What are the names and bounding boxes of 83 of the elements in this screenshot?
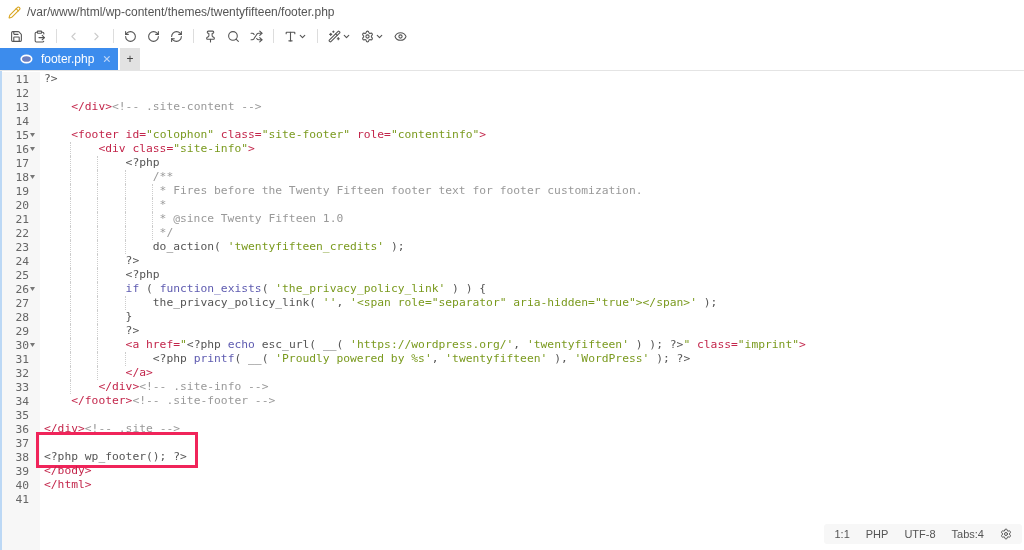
code-line: <div class="site-info"> <box>44 142 1024 156</box>
code-line: } <box>44 310 1024 324</box>
line-number: 13 <box>15 100 29 114</box>
line-number: 23 <box>15 240 29 254</box>
status-item: PHP <box>865 528 889 540</box>
status-item: Tabs:4 <box>951 528 984 540</box>
line-number: 25 <box>15 268 29 282</box>
code-line: <a href="<?php echo esc_url( __( 'https://wordpress.org/', 'twentyfifteen' ) ); ?>" class="imprint"> <box>44 338 1024 352</box>
code-line: <?php wp_footer(); ?> <box>44 450 188 464</box>
code-line: <footer id="colophon" class="site-footer" role="contentinfo"> <box>70 128 488 142</box>
file-path: /var/www/html/wp-content/themes/twentyfifteen/footer.php <box>27 5 335 19</box>
code-line: * Fires before the Twenty Fifteen footer text for footer customization. <box>44 184 1024 198</box>
line-number: 37 <box>15 436 29 450</box>
pin-icon <box>204 29 217 43</box>
code-line: if ( function_exists( 'the_privacy_policy_link' ) ) { <box>44 282 1024 296</box>
line-number: 32 <box>15 366 29 380</box>
paste-icon <box>33 29 46 43</box>
line-number: 33 <box>15 380 29 394</box>
pencil-icon <box>8 5 21 19</box>
code-line: <?php printf( __( 'Proudly powered by %s', 'twentyfifteen' ), 'WordPress' ); ?> <box>44 352 1024 366</box>
line-number: 24 <box>15 254 29 268</box>
eye-icon <box>394 29 407 43</box>
fold-icon[interactable] <box>30 287 35 291</box>
line-number: 27 <box>15 296 29 310</box>
line-number: 26 <box>15 282 29 296</box>
line-number: 30 <box>15 338 29 352</box>
line-number: 39 <box>15 464 29 478</box>
fold-icon[interactable] <box>30 133 35 137</box>
redo-icon <box>147 29 160 43</box>
line-number: 12 <box>15 86 29 100</box>
line-number: 19 <box>15 184 29 198</box>
save-icon <box>10 29 23 43</box>
fold-icon[interactable] <box>30 175 35 179</box>
code-line: <?php <box>44 268 1024 282</box>
code-line: ?> <box>44 324 1024 338</box>
line-number: 29 <box>15 324 29 338</box>
code-line: </body> <box>44 464 93 478</box>
settings-icon[interactable] <box>1000 528 1012 540</box>
search-icon <box>227 29 240 43</box>
code-line: the_privacy_policy_link( '', '<span role="separator" aria-hidden="true"></span>' ); <box>44 296 1024 310</box>
line-number: 40 <box>15 478 29 492</box>
new-tab-button[interactable]: + <box>120 48 140 70</box>
code-line: </div><!-- .site-content --> <box>70 100 263 114</box>
code-line: * <box>44 198 1024 212</box>
status-item: UTF-8 <box>904 528 936 540</box>
code-line: </div><!-- .site --> <box>44 422 182 436</box>
code-line: do_action( 'twentyfifteen_credits' ); <box>44 240 1024 254</box>
php-file-icon <box>20 53 33 65</box>
fold-icon[interactable] <box>30 147 35 151</box>
line-number: 14 <box>15 114 29 128</box>
code-line: * @since Twenty Fifteen 1.0 <box>44 212 1024 226</box>
line-number: 11 <box>15 72 29 86</box>
code-line: /** <box>44 170 1024 184</box>
line-number: 18 <box>15 170 29 184</box>
line-number: 31 <box>15 352 29 366</box>
line-number: 35 <box>15 408 29 422</box>
refresh-icon <box>170 29 183 43</box>
code-line: </div><!-- .site-info --> <box>44 380 1024 394</box>
fold-icon[interactable] <box>30 343 35 347</box>
code-line: <?php <box>44 156 1024 170</box>
line-number: 28 <box>15 310 29 324</box>
code-line: </footer><!-- .site-footer --> <box>70 394 277 408</box>
code-line: ?> <box>44 254 1024 268</box>
line-number: 16 <box>15 142 29 156</box>
line-number: 22 <box>15 226 29 240</box>
undo-icon <box>124 29 137 43</box>
line-number: 15 <box>15 128 29 142</box>
line-number: 21 <box>15 212 29 226</box>
status-item: 1:1 <box>834 528 850 540</box>
wand-icon <box>328 29 341 43</box>
line-number: 38 <box>15 450 29 464</box>
line-number: 41 <box>15 492 29 506</box>
code-line: ?> <box>44 72 59 86</box>
code-line: </a> <box>44 366 1024 380</box>
settings-icon <box>361 29 374 43</box>
font-icon <box>284 29 297 43</box>
line-number: 17 <box>15 156 29 170</box>
line-number: 36 <box>15 422 29 436</box>
line-number: 34 <box>15 394 29 408</box>
line-number: 20 <box>15 198 29 212</box>
code-line: */ <box>44 226 1024 240</box>
code-line: </html> <box>44 478 93 492</box>
shuffle-icon <box>250 29 263 43</box>
